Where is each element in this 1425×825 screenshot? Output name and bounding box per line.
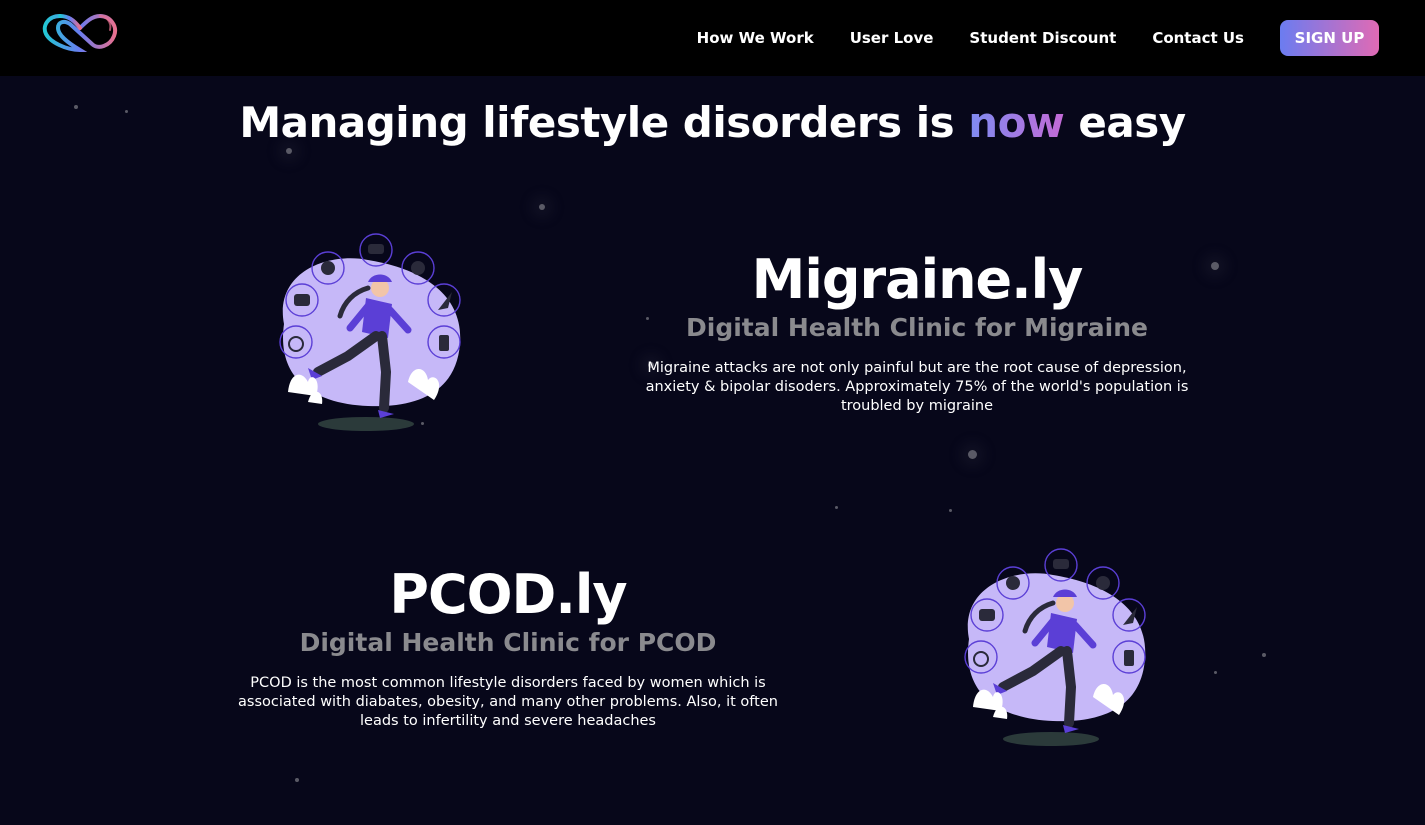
section-brand-migraine: Migraine.ly bbox=[751, 248, 1084, 311]
background-dot bbox=[1214, 671, 1217, 674]
section-description-migraine: Migraine attacks are not only painful bu… bbox=[645, 360, 1189, 414]
background-dot bbox=[949, 509, 952, 512]
background-dot bbox=[835, 506, 838, 509]
nav-link-user-love[interactable]: User Love bbox=[850, 29, 934, 47]
background-dot bbox=[295, 778, 299, 782]
nav-link-how-we-work[interactable]: How We Work bbox=[697, 29, 814, 47]
section-tagline-migraine: Digital Health Clinic for Migraine bbox=[686, 313, 1148, 342]
section-tagline-pcod: Digital Health Clinic for PCOD bbox=[299, 628, 717, 657]
title-text-before: Managing lifestyle disorders is bbox=[239, 98, 969, 147]
title-highlight: now bbox=[968, 98, 1065, 147]
section-brand-pcod: PCOD.ly bbox=[389, 563, 627, 626]
background-dot bbox=[1262, 653, 1266, 657]
background-dot bbox=[286, 148, 292, 154]
heart-logo-icon[interactable] bbox=[40, 10, 118, 54]
navbar: How We Work User Love Student Discount C… bbox=[0, 0, 1425, 76]
runner-illustration bbox=[268, 232, 468, 432]
signup-button[interactable]: SIGN UP bbox=[1280, 20, 1379, 56]
background-dot bbox=[539, 204, 545, 210]
runner-illustration bbox=[953, 547, 1153, 747]
nav-link-contact-us[interactable]: Contact Us bbox=[1152, 29, 1244, 47]
page-title: Managing lifestyle disorders is now easy bbox=[0, 98, 1425, 147]
nav-link-student-discount[interactable]: Student Discount bbox=[969, 29, 1116, 47]
title-text-after: easy bbox=[1064, 98, 1186, 147]
nav-links: How We Work User Love Student Discount C… bbox=[697, 20, 1379, 56]
section-description-pcod: PCOD is the most common lifestyle disord… bbox=[238, 675, 778, 729]
background-dot bbox=[968, 450, 977, 459]
